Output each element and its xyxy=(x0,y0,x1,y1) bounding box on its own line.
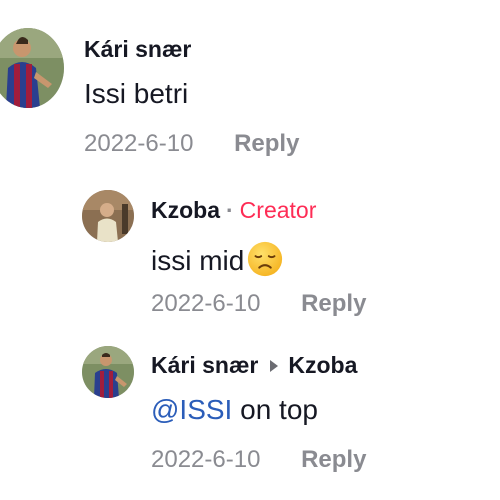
comment-text-content: on top xyxy=(232,394,318,425)
reply-button[interactable]: Reply xyxy=(234,130,299,157)
avatar[interactable] xyxy=(82,190,134,242)
comment-text: Issi betri xyxy=(84,78,189,109)
player-photo-icon xyxy=(82,346,134,398)
comment-username[interactable]: Kári snær xyxy=(84,36,191,63)
reply-button[interactable]: Reply xyxy=(301,290,366,317)
avatar[interactable] xyxy=(82,346,134,398)
comment-text: @ISSI on top xyxy=(151,394,318,426)
disappointed-face-icon xyxy=(248,241,283,277)
player-photo-icon xyxy=(0,28,64,108)
comment-footer: 2022-6-10 Reply xyxy=(151,290,366,318)
comment-header: Kári snær Kzoba xyxy=(151,352,357,379)
separator-dot: · xyxy=(226,197,234,223)
comment-text-content: issi mid xyxy=(151,245,245,276)
reply-button[interactable]: Reply xyxy=(301,446,366,473)
comment-date: 2022-6-10 xyxy=(151,446,261,473)
comment-text: issi mid xyxy=(151,240,284,278)
reply-to-username[interactable]: Kzoba xyxy=(288,352,357,378)
creator-badge: Creator xyxy=(239,197,317,223)
comment-footer: 2022-6-10 Reply xyxy=(84,130,299,158)
comment-header: Kzoba · Creator xyxy=(151,197,316,224)
comment-date: 2022-6-10 xyxy=(84,130,194,157)
comment-footer: 2022-6-10 Reply xyxy=(151,446,366,474)
comment-username[interactable]: Kzoba xyxy=(151,197,220,223)
comment-date: 2022-6-10 xyxy=(151,290,261,317)
reply-to-arrow-icon xyxy=(270,359,279,372)
avatar[interactable] xyxy=(0,28,64,108)
comment-username[interactable]: Kári snær xyxy=(151,352,258,378)
mention-link[interactable]: @ISSI xyxy=(151,394,232,425)
creator-photo-icon xyxy=(82,190,134,242)
